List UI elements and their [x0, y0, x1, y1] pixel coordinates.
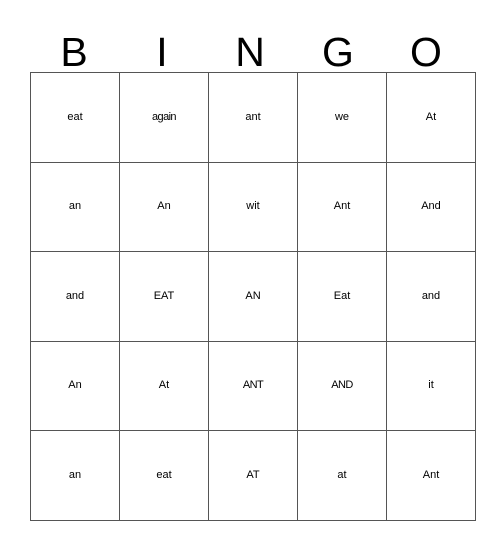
bingo-card: B I N G O eat again ant we At an An wit … — [30, 22, 476, 521]
bingo-cell-text: EAT — [153, 289, 175, 302]
bingo-cell[interactable]: we — [297, 72, 387, 163]
bingo-cell-text: At — [158, 379, 170, 392]
bingo-cell-text: it — [428, 379, 434, 392]
bingo-cell[interactable]: eat — [119, 430, 209, 521]
bingo-header-cell-o: O — [382, 22, 470, 76]
bingo-header-row: B I N G O — [30, 22, 470, 76]
bingo-header-letter-g: G — [322, 29, 354, 76]
bingo-cell-text: AN — [245, 289, 261, 302]
bingo-row: an An wit Ant And — [30, 161, 476, 253]
bingo-cell-text: Ant — [422, 468, 440, 481]
bingo-cell[interactable]: ANT — [208, 340, 298, 432]
bingo-cell-text: AND — [331, 379, 353, 392]
bingo-row: An At ANT AND it — [30, 340, 476, 432]
bingo-cell[interactable]: At — [119, 340, 209, 432]
bingo-cell-text: An — [68, 379, 82, 392]
bingo-cell[interactable]: Ant — [297, 161, 387, 253]
bingo-cell-text: and — [65, 289, 85, 302]
bingo-cell-text: we — [334, 110, 350, 123]
bingo-cell-text: an — [68, 200, 82, 213]
bingo-header-cell-n: N — [206, 22, 294, 76]
bingo-header-letter-o: O — [410, 29, 442, 76]
bingo-cell-text: At — [425, 110, 437, 123]
bingo-row: eat again ant we At — [30, 72, 476, 163]
bingo-header-letter-b: B — [60, 29, 88, 76]
bingo-cell[interactable]: an — [30, 430, 120, 521]
bingo-cell[interactable]: Eat — [297, 251, 387, 342]
bingo-cell-text: AT — [246, 468, 260, 481]
bingo-cell[interactable]: ant — [208, 72, 298, 163]
bingo-header-cell-g: G — [294, 22, 382, 76]
bingo-cell-text: eat — [67, 110, 83, 123]
bingo-cell[interactable]: eat — [30, 72, 120, 163]
bingo-cell[interactable]: it — [386, 340, 476, 432]
bingo-cell[interactable]: EAT — [119, 251, 209, 342]
bingo-cell[interactable]: at — [297, 430, 387, 521]
bingo-cell-text: an — [68, 468, 82, 481]
bingo-cell[interactable]: wit — [208, 161, 298, 253]
bingo-cell-text: An — [157, 200, 171, 213]
bingo-cell[interactable]: An — [119, 161, 209, 253]
bingo-cell[interactable]: And — [386, 161, 476, 253]
bingo-cell-text: ANT — [242, 379, 264, 392]
bingo-cell[interactable]: and — [386, 251, 476, 342]
bingo-cell-text: wit — [246, 200, 260, 213]
bingo-row: and EAT AN Eat and — [30, 251, 476, 342]
bingo-cell-text: again — [152, 110, 177, 123]
bingo-cell[interactable]: again — [119, 72, 209, 163]
bingo-cell[interactable]: AT — [208, 430, 298, 521]
bingo-header-cell-b: B — [30, 22, 118, 76]
bingo-cell-text: and — [421, 289, 441, 302]
bingo-row: an eat AT at Ant — [30, 430, 476, 521]
bingo-cell-text: And — [421, 200, 441, 213]
bingo-cell-text: ant — [245, 110, 261, 123]
bingo-cell[interactable]: AN — [208, 251, 298, 342]
bingo-cell[interactable]: and — [30, 251, 120, 342]
bingo-cell-text: Ant — [333, 200, 351, 213]
bingo-cell[interactable]: An — [30, 340, 120, 432]
bingo-cell-text: at — [337, 468, 347, 481]
bingo-cell[interactable]: At — [386, 72, 476, 163]
bingo-cell-text: eat — [156, 468, 172, 481]
bingo-header-letter-i: I — [156, 29, 168, 76]
bingo-grid: eat again ant we At an An wit Ant And an… — [30, 72, 476, 521]
bingo-header-cell-i: I — [118, 22, 206, 76]
bingo-cell[interactable]: Ant — [386, 430, 476, 521]
bingo-cell[interactable]: an — [30, 161, 120, 253]
bingo-cell[interactable]: AND — [297, 340, 387, 432]
bingo-header-letter-n: N — [235, 29, 265, 76]
bingo-cell-text: Eat — [333, 289, 351, 302]
